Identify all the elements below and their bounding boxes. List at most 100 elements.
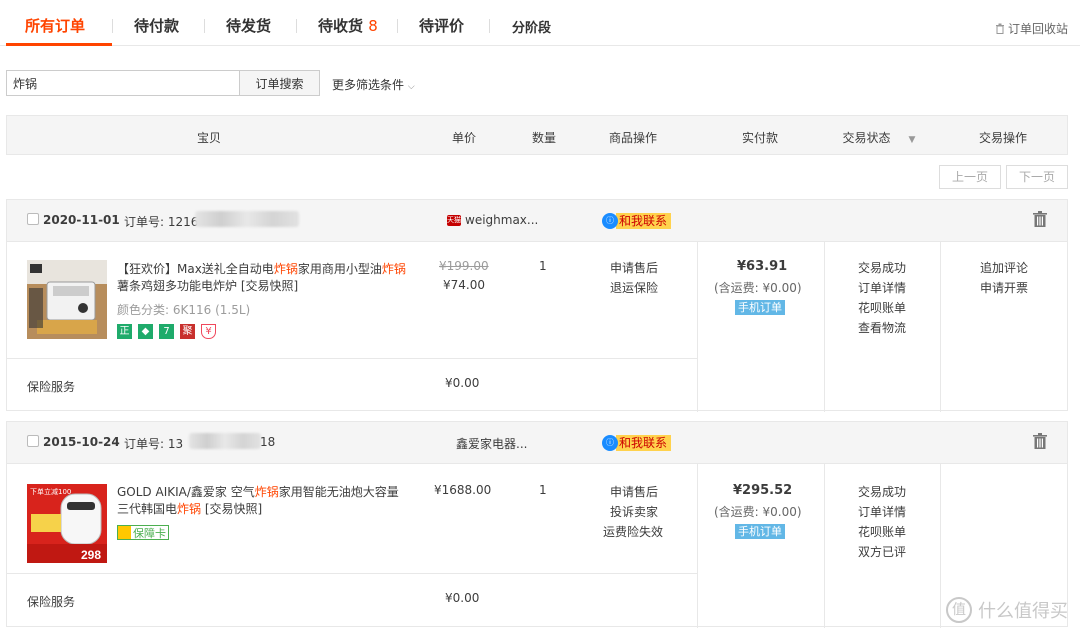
order-search-button[interactable]: 订单搜索: [240, 70, 320, 96]
view-logistics-link[interactable]: 查看物流: [858, 319, 906, 336]
chat-bubble-icon: ⓘ: [602, 213, 618, 229]
service-badges: 正 ◆ 7 聚 ¥: [117, 324, 216, 339]
seven-day-return-badge-icon[interactable]: 7: [159, 324, 174, 339]
air-fryer-product-image: [27, 260, 107, 339]
next-page-button[interactable]: 下一页: [1006, 165, 1068, 189]
title-highlight: 炸锅: [177, 502, 202, 516]
header-status: 交易状态: [842, 131, 891, 145]
promo-price-text: 298: [81, 548, 101, 562]
order-card: 2020-11-01 订单号: 1216 天猫 weighmax... ⓘ 和我联系…: [6, 199, 1068, 412]
status-filter-dropdown[interactable]: 交易状态 ▼: [843, 129, 916, 146]
huabei-bill-link[interactable]: 花呗账单: [858, 523, 906, 540]
header-unit-price: 单价: [451, 131, 477, 145]
order-date: 2015-10-24: [43, 435, 120, 449]
order-detail-link[interactable]: 订单详情: [858, 503, 906, 520]
juhuasuan-badge-icon[interactable]: 聚: [180, 324, 195, 339]
unit-price: ¥74.00: [443, 278, 485, 292]
order-detail-link[interactable]: 订单详情: [858, 279, 906, 296]
contact-seller-button[interactable]: ⓘ 和我联系: [602, 435, 672, 451]
protection-badge-icon[interactable]: ¥: [201, 324, 216, 339]
delete-order-icon[interactable]: [1033, 433, 1047, 449]
both-reviewed-link[interactable]: 双方已评: [858, 543, 906, 560]
promo-banner-text: 下单立减100: [30, 487, 71, 496]
quantity: 1: [539, 259, 547, 273]
trade-success-link[interactable]: 交易成功: [858, 483, 906, 500]
order-checkbox[interactable]: [27, 213, 39, 225]
order-search-input[interactable]: [6, 70, 240, 96]
tab-count-badge: 8: [368, 17, 378, 35]
product-title-link[interactable]: GOLD AIKIA/鑫爱家 空气炸锅家用智能无油炮大容量三代韩国电炸锅 [交易…: [117, 484, 407, 518]
after-sale-link[interactable]: 申请售后: [610, 483, 658, 500]
tab-separator: [489, 19, 490, 33]
row-divider: [7, 573, 698, 574]
tab-pending-review[interactable]: 待评价: [419, 15, 464, 36]
column-divider: [824, 464, 825, 628]
shop-name: 鑫爱家电器...: [456, 437, 528, 451]
insurance-price: ¥0.00: [445, 376, 480, 390]
watermark-text: 什么值得买: [978, 601, 1068, 622]
caret-down-icon: ▼: [908, 135, 916, 145]
header-quantity: 数量: [531, 131, 557, 145]
recycle-bin-link[interactable]: 订单回收站: [995, 20, 1068, 37]
tab-all-orders[interactable]: 所有订单: [25, 15, 85, 36]
title-text: GOLD AIKIA/鑫爱家 空气: [117, 485, 255, 499]
header-item-ops: 商品操作: [608, 131, 658, 145]
contact-seller-button[interactable]: ⓘ 和我联系: [602, 213, 672, 229]
quantity: 1: [539, 483, 547, 497]
product-title-link[interactable]: 【狂欢价】Max送礼全自动电炸锅家用商用小型油炸锅薯条鸡翅多功能电炸炉 [交易快…: [117, 261, 407, 295]
insurance-service-label: 保险服务: [27, 380, 76, 394]
recycle-bin-label: 订单回收站: [1007, 22, 1068, 36]
shop-link[interactable]: 天猫 weighmax...: [447, 213, 538, 227]
tab-pending-payment[interactable]: 待付款: [134, 15, 179, 36]
tab-separator: [397, 19, 398, 33]
column-divider: [940, 464, 941, 628]
shop-link[interactable]: 鑫爱家电器...: [456, 435, 527, 452]
redacted-order-number: [189, 433, 261, 449]
order-number: 订单号: 1216: [124, 215, 199, 229]
trash-icon: [995, 23, 1004, 34]
column-divider: [824, 242, 825, 412]
watermark-logo-icon: 值: [946, 597, 972, 623]
delete-order-icon[interactable]: [1033, 211, 1047, 227]
guarantee-card-badge[interactable]: 保障卡: [117, 525, 169, 540]
chat-bubble-icon: ⓘ: [602, 435, 618, 451]
shipping-fee: (含运费: ¥0.00): [714, 505, 802, 519]
mobile-order-tag: 手机订单: [735, 524, 785, 539]
huabei-bill-link[interactable]: 花呗账单: [858, 299, 906, 316]
order-date: 2020-11-01: [43, 213, 120, 227]
order-tabs: 所有订单 待付款 待发货 待收货 8 待评价 分阶段 订单回收站: [0, 0, 1080, 46]
contact-label: 和我联系: [616, 435, 672, 451]
tab-label: 待收货: [318, 17, 364, 35]
product-thumbnail[interactable]: [27, 260, 107, 339]
product-spec: 颜色分类: 6K116 (1.5L): [117, 303, 251, 317]
order-checkbox[interactable]: [27, 435, 39, 447]
original-price: ¥199.00: [439, 259, 489, 273]
more-filters-dropdown[interactable]: 更多筛选条件 ⌵: [332, 76, 415, 93]
genuine-badge-icon[interactable]: 正: [117, 324, 132, 339]
tab-separator: [112, 19, 113, 33]
title-highlight: 炸锅: [381, 262, 406, 276]
order-header: 2015-10-24 订单号: 13 18 鑫爱家电器... ⓘ 和我联系: [7, 422, 1067, 464]
add-review-link[interactable]: 追加评论: [980, 259, 1028, 276]
shield-badge-icon[interactable]: ◆: [138, 324, 153, 339]
column-divider: [697, 464, 698, 628]
product-thumbnail[interactable]: 298 下单立减100: [27, 484, 107, 563]
tab-pending-receipt[interactable]: 待收货 8: [318, 15, 378, 36]
prev-page-button[interactable]: 上一页: [939, 165, 1001, 189]
title-text: 薯条鸡翅多功能电炸炉 [交易快照]: [117, 279, 299, 293]
tab-pending-shipment[interactable]: 待发货: [226, 15, 271, 36]
title-highlight: 炸锅: [273, 262, 298, 276]
header-item: 宝贝: [196, 131, 222, 145]
paid-amount: ¥295.52: [733, 483, 793, 498]
tab-installment[interactable]: 分阶段: [512, 17, 551, 36]
trade-success-link[interactable]: 交易成功: [858, 259, 906, 276]
return-insurance-link[interactable]: 退运保险: [610, 279, 658, 296]
paid-amount: ¥63.91: [737, 259, 788, 274]
complain-seller-link[interactable]: 投诉卖家: [610, 503, 658, 520]
request-invoice-link[interactable]: 申请开票: [980, 279, 1028, 296]
site-watermark: 值什么值得买: [946, 597, 1068, 623]
after-sale-link[interactable]: 申请售后: [610, 259, 658, 276]
chevron-down-icon: ⌵: [407, 82, 415, 92]
air-fryer-product-image: 298 下单立减100: [27, 484, 107, 563]
guarantee-label: 保障卡: [133, 526, 166, 540]
